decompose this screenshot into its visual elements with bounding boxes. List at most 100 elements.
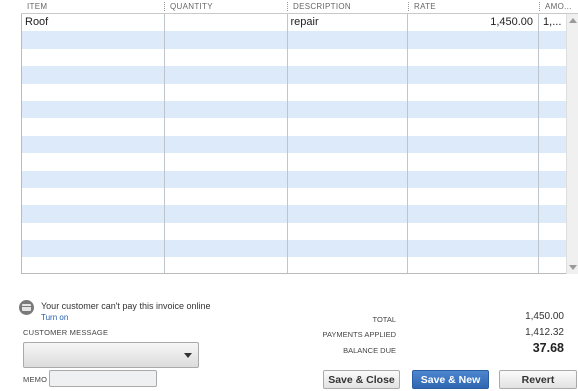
description-cell[interactable] <box>288 205 409 223</box>
description-cell[interactable] <box>288 257 409 273</box>
quantity-cell[interactable] <box>165 83 288 101</box>
table-row[interactable] <box>22 48 566 67</box>
description-cell[interactable] <box>288 153 409 171</box>
turn-on-link[interactable]: Turn on <box>41 313 68 322</box>
rate-cell[interactable] <box>408 205 540 223</box>
description-cell[interactable] <box>288 66 409 84</box>
item-cell[interactable] <box>22 31 165 49</box>
table-row[interactable] <box>22 83 566 101</box>
amount-cell[interactable] <box>539 84 566 101</box>
save-close-button[interactable]: Save & Close <box>323 370 400 389</box>
rate-cell[interactable] <box>408 100 540 119</box>
table-row[interactable] <box>22 135 566 154</box>
amount-cell[interactable] <box>539 223 566 240</box>
rate-cell[interactable] <box>408 153 540 171</box>
quantity-cell[interactable] <box>165 135 288 154</box>
rate-cell[interactable] <box>408 66 540 84</box>
item-cell[interactable] <box>22 170 165 188</box>
rate-cell[interactable] <box>408 187 540 206</box>
amount-cell[interactable] <box>539 171 566 188</box>
column-header-item[interactable]: ITEM <box>21 0 164 13</box>
description-cell[interactable] <box>288 222 409 241</box>
item-cell[interactable] <box>22 187 165 206</box>
table-row[interactable] <box>22 66 566 84</box>
memo-field[interactable] <box>49 370 157 387</box>
quantity-cell[interactable] <box>165 170 288 188</box>
quantity-cell[interactable] <box>165 48 288 67</box>
table-row[interactable] <box>22 118 566 136</box>
item-cell[interactable] <box>22 257 165 273</box>
quantity-cell[interactable] <box>165 153 288 171</box>
item-cell[interactable] <box>22 100 165 119</box>
table-row[interactable] <box>22 153 566 171</box>
item-cell[interactable] <box>22 153 165 171</box>
quantity-cell[interactable] <box>165 222 288 241</box>
rate-cell[interactable] <box>408 170 540 188</box>
customer-message-select[interactable] <box>23 342 199 368</box>
item-cell[interactable] <box>22 240 165 258</box>
rate-cell[interactable] <box>408 257 540 273</box>
rate-cell[interactable] <box>408 240 540 258</box>
column-header-amount[interactable]: AMO... <box>539 0 578 13</box>
save-new-button[interactable]: Save & New <box>412 370 489 389</box>
table-row[interactable] <box>22 170 566 188</box>
amount-cell[interactable] <box>539 205 566 222</box>
table-row[interactable] <box>22 100 566 119</box>
item-cell[interactable] <box>22 48 165 67</box>
amount-cell[interactable] <box>539 136 566 153</box>
grid-scrollbar[interactable] <box>566 14 578 274</box>
rate-cell[interactable] <box>408 83 540 101</box>
quantity-cell[interactable] <box>165 100 288 119</box>
amount-cell[interactable] <box>539 257 566 273</box>
amount-cell[interactable] <box>539 118 566 135</box>
amount-cell[interactable] <box>539 188 566 205</box>
rate-cell[interactable] <box>408 48 540 67</box>
quantity-cell[interactable] <box>165 205 288 223</box>
item-cell[interactable] <box>22 118 165 136</box>
description-cell[interactable] <box>288 135 409 154</box>
rate-cell[interactable] <box>408 31 540 49</box>
quantity-cell[interactable] <box>165 187 288 206</box>
revert-button[interactable]: Revert <box>499 370 577 389</box>
description-cell[interactable] <box>288 118 409 136</box>
quantity-cell[interactable] <box>165 31 288 49</box>
amount-cell[interactable]: 1,... <box>539 14 566 31</box>
description-cell[interactable] <box>288 187 409 206</box>
item-cell[interactable] <box>22 222 165 241</box>
item-cell[interactable] <box>22 83 165 101</box>
quantity-cell[interactable] <box>165 257 288 273</box>
column-header-rate[interactable]: RATE <box>408 0 539 13</box>
quantity-cell[interactable] <box>165 66 288 84</box>
table-row[interactable] <box>22 187 566 206</box>
scroll-up-icon[interactable] <box>569 18 577 23</box>
quantity-cell[interactable] <box>165 14 288 32</box>
rate-cell[interactable] <box>408 118 540 136</box>
description-cell[interactable] <box>288 31 409 49</box>
amount-cell[interactable] <box>539 66 566 83</box>
column-header-description[interactable]: DESCRIPTION <box>287 0 408 13</box>
item-cell[interactable]: Roof <box>22 14 165 32</box>
item-cell[interactable] <box>22 66 165 84</box>
description-cell[interactable] <box>288 240 409 258</box>
amount-cell[interactable] <box>539 153 566 170</box>
item-cell[interactable] <box>22 135 165 154</box>
quantity-cell[interactable] <box>165 118 288 136</box>
amount-cell[interactable] <box>539 49 566 66</box>
table-row[interactable] <box>22 205 566 223</box>
item-cell[interactable] <box>22 205 165 223</box>
description-cell[interactable] <box>288 83 409 101</box>
table-row[interactable] <box>22 240 566 258</box>
description-cell[interactable]: repair <box>288 14 409 32</box>
rate-cell[interactable]: 1,450.00 <box>408 14 540 32</box>
amount-cell[interactable] <box>539 240 566 257</box>
amount-cell[interactable] <box>539 31 566 48</box>
description-cell[interactable] <box>288 100 409 119</box>
table-row[interactable] <box>22 31 566 49</box>
description-cell[interactable] <box>288 48 409 67</box>
scroll-down-icon[interactable] <box>569 265 577 270</box>
description-cell[interactable] <box>288 170 409 188</box>
amount-cell[interactable] <box>539 101 566 118</box>
table-row[interactable]: Roof repair 1,450.00 1,... <box>22 14 566 32</box>
table-row[interactable] <box>22 222 566 241</box>
rate-cell[interactable] <box>408 222 540 241</box>
